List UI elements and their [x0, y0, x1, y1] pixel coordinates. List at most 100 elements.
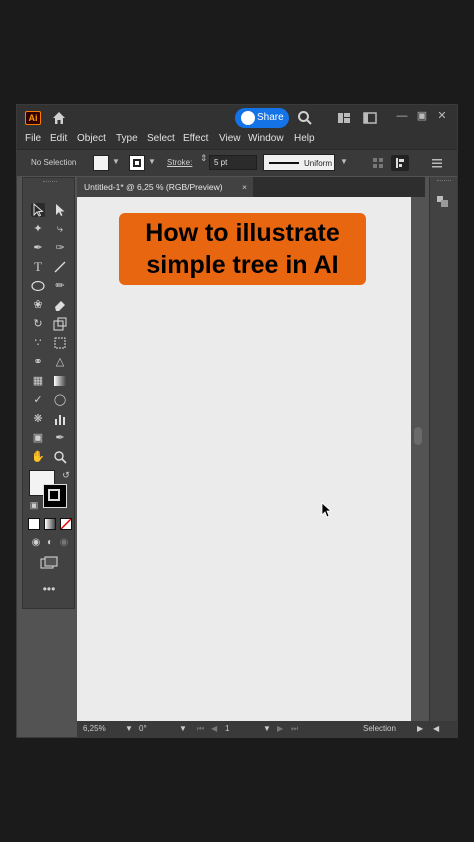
- menu-effect[interactable]: Effect: [183, 133, 208, 144]
- column-graph-tool-icon[interactable]: [53, 412, 67, 426]
- chevron-down-icon[interactable]: ▼: [148, 157, 156, 166]
- draw-normal-icon[interactable]: ◉: [29, 536, 43, 550]
- paintbrush-tool-icon[interactable]: ✏: [53, 279, 67, 293]
- chevron-down-icon[interactable]: ▼: [263, 724, 271, 733]
- stroke-label[interactable]: Stroke:: [167, 158, 192, 167]
- type-tool-icon[interactable]: T: [31, 260, 45, 274]
- properties-icon[interactable]: [391, 155, 409, 171]
- chevron-down-icon[interactable]: ▼: [340, 157, 348, 166]
- lasso-tool-icon[interactable]: ⤷: [53, 222, 67, 236]
- title-banner[interactable]: How to illustrate simple tree in AI: [119, 213, 366, 285]
- draw-behind-icon[interactable]: ◐: [43, 536, 57, 550]
- scrollbar-thumb[interactable]: [414, 427, 422, 445]
- profile-label: Uniform: [304, 159, 333, 168]
- variable-width-profile[interactable]: Uniform: [263, 154, 335, 171]
- curvature-tool-icon[interactable]: ✑: [53, 241, 67, 255]
- minimize-icon[interactable]: —: [393, 107, 411, 125]
- gradient-mode-icon[interactable]: [44, 518, 56, 530]
- scale-tool-icon[interactable]: [53, 317, 67, 331]
- default-fill-stroke-icon[interactable]: ▣: [27, 498, 41, 512]
- pen-tool-icon[interactable]: ✒: [31, 241, 45, 255]
- hand-tool-icon[interactable]: ✋: [31, 450, 45, 464]
- shape-builder-tool-icon[interactable]: ⚭: [31, 355, 45, 369]
- panel-grip[interactable]: [43, 181, 57, 185]
- previous-artboard-icon[interactable]: ◀: [211, 724, 217, 733]
- stroke-preview-line: [269, 162, 299, 164]
- canvas[interactable]: How to illustrate simple tree in AI: [77, 197, 425, 721]
- rotate-tool-icon[interactable]: ↻: [31, 317, 45, 331]
- chevron-right-icon[interactable]: ▶: [417, 724, 423, 733]
- tools-panel: ✦ ⤷ ✒ ✑ T ✏ ❀ ↻ ∵ ⚭ △ ▦ ✓ ◯ ❋ ▣ ✒ ✋ ↺ ▣ …: [22, 177, 75, 609]
- artboard-tool-icon[interactable]: ▣: [31, 431, 45, 445]
- illustrator-window: Ai Share — ▣ ✕ File Edit Object Type Sel…: [16, 104, 458, 738]
- menu-window[interactable]: Window: [248, 133, 284, 144]
- home-icon[interactable]: [51, 110, 67, 126]
- draw-inside-icon[interactable]: ◉: [57, 536, 71, 550]
- eyedropper-tool-icon[interactable]: ✓: [31, 393, 45, 407]
- status-mode[interactable]: Selection: [363, 724, 396, 733]
- gradient-tool-icon[interactable]: [53, 374, 67, 388]
- fill-color-swatch[interactable]: [93, 155, 109, 171]
- properties-panel-icon[interactable]: [436, 195, 450, 209]
- document-tab[interactable]: Untitled-1* @ 6,25 % (RGB/Preview) ×: [77, 177, 253, 197]
- chevron-down-icon[interactable]: ▼: [112, 157, 120, 166]
- maximize-icon[interactable]: ▣: [413, 107, 431, 125]
- menu-file[interactable]: File: [25, 133, 41, 144]
- menu-object[interactable]: Object: [77, 133, 106, 144]
- next-artboard-icon[interactable]: ▶: [277, 724, 283, 733]
- share-button[interactable]: Share: [235, 108, 289, 128]
- stroke-color-box[interactable]: [43, 484, 67, 508]
- menu-help[interactable]: Help: [294, 133, 315, 144]
- close-tab-icon[interactable]: ×: [242, 177, 247, 197]
- ellipse-tool-icon[interactable]: [31, 279, 45, 293]
- screen-mode-icon[interactable]: [39, 556, 59, 570]
- menu-edit[interactable]: Edit: [50, 133, 67, 144]
- artboard-number[interactable]: 1: [225, 724, 229, 733]
- menu-view[interactable]: View: [219, 133, 241, 144]
- last-artboard-icon[interactable]: ⏭: [291, 724, 298, 734]
- eraser-tool-icon[interactable]: [53, 298, 67, 312]
- rotation-value[interactable]: 0°: [139, 724, 147, 733]
- stepper-icon[interactable]: ⇕: [200, 153, 208, 164]
- zoom-level[interactable]: 6,25%: [83, 724, 106, 733]
- perspective-grid-tool-icon[interactable]: △: [53, 355, 67, 369]
- search-icon[interactable]: [297, 110, 313, 126]
- selection-status: No Selection: [31, 158, 77, 167]
- direct-selection-tool-icon[interactable]: [53, 203, 67, 217]
- selection-tool-icon[interactable]: [31, 203, 45, 217]
- menu-list-icon[interactable]: [431, 157, 445, 171]
- mouse-pointer-icon: [321, 502, 333, 523]
- free-transform-tool-icon[interactable]: [53, 336, 67, 350]
- workspace-switcher-icon[interactable]: [363, 111, 377, 125]
- swap-fill-stroke-icon[interactable]: ↺: [59, 468, 73, 482]
- arrange-documents-icon[interactable]: [337, 111, 351, 125]
- width-tool-icon[interactable]: ∵: [31, 336, 45, 350]
- stroke-color-swatch[interactable]: [129, 155, 145, 171]
- chevron-down-icon[interactable]: ▼: [125, 724, 133, 733]
- line-segment-tool-icon[interactable]: [53, 260, 67, 274]
- first-artboard-icon[interactable]: ⏮: [197, 724, 204, 734]
- mesh-tool-icon[interactable]: ▦: [31, 374, 45, 388]
- vertical-scrollbar[interactable]: [411, 197, 425, 721]
- color-mode-icon[interactable]: [28, 518, 40, 530]
- close-icon[interactable]: ✕: [433, 107, 451, 125]
- document-tab-title: Untitled-1* @ 6,25 % (RGB/Preview): [84, 182, 223, 192]
- stroke-weight-field[interactable]: 5 pt: [209, 155, 257, 170]
- slice-tool-icon[interactable]: ✒: [53, 431, 67, 445]
- symbol-sprayer-tool-icon[interactable]: ❋: [31, 412, 45, 426]
- menu-type[interactable]: Type: [116, 133, 138, 144]
- align-icon[interactable]: [372, 157, 386, 171]
- chevron-left-icon[interactable]: ◀: [433, 724, 439, 733]
- user-icon: [241, 111, 255, 125]
- blend-tool-icon[interactable]: ◯: [53, 393, 67, 407]
- chevron-down-icon[interactable]: ▼: [179, 724, 187, 733]
- zoom-tool-icon[interactable]: [53, 450, 67, 464]
- magic-wand-tool-icon[interactable]: ✦: [31, 222, 45, 236]
- shaper-tool-icon[interactable]: ❀: [31, 298, 45, 312]
- panel-grip[interactable]: [437, 180, 451, 184]
- menu-select[interactable]: Select: [147, 133, 175, 144]
- none-mode-icon[interactable]: [60, 518, 72, 530]
- control-bar: No Selection ▼ ▼ Stroke: ⇕ 5 pt Uniform …: [17, 149, 457, 176]
- edit-toolbar-icon[interactable]: •••: [39, 582, 59, 596]
- artboard[interactable]: How to illustrate simple tree in AI: [77, 197, 411, 721]
